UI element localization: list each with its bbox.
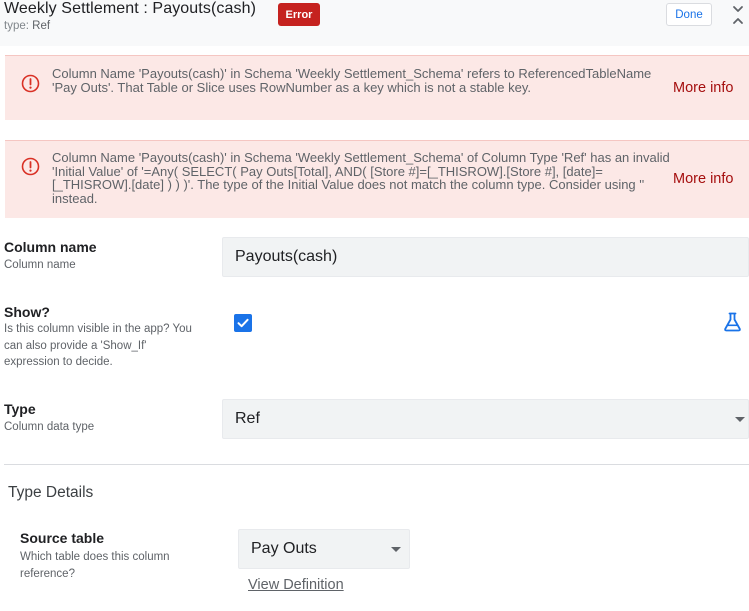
chevron-down-icon xyxy=(735,417,745,422)
source-table-select[interactable]: Pay Outs xyxy=(238,529,410,569)
more-info-link[interactable]: More info xyxy=(673,171,733,187)
type-help: Column data type xyxy=(4,421,95,433)
error-alert-key: Column Name 'Payouts(cash)' in Schema 'W… xyxy=(5,55,749,120)
type-select[interactable]: Ref xyxy=(222,399,749,439)
more-info-link[interactable]: More info xyxy=(673,80,733,96)
type-label: Type xyxy=(4,401,36,417)
view-definition-link[interactable]: View Definition xyxy=(248,577,344,593)
column-name-input[interactable]: Payouts(cash) xyxy=(222,237,749,277)
source-table-help: Which table does this column reference? xyxy=(20,551,170,580)
error-badge: Error xyxy=(278,3,320,26)
column-name-label: Column name xyxy=(4,239,97,255)
source-table-value: Pay Outs xyxy=(251,540,317,557)
type-details-title: Type Details xyxy=(8,484,94,501)
alert-message: Column Name 'Payouts(cash)' in Schema 'W… xyxy=(52,150,670,206)
section-divider xyxy=(4,464,749,465)
error-info-icon xyxy=(21,157,40,176)
column-type-subtitle: type: Ref xyxy=(4,20,50,32)
show-help: Is this column visible in the app? You c… xyxy=(4,323,192,368)
type-select-value: Ref xyxy=(235,410,260,427)
checkmark-icon xyxy=(237,318,249,328)
show-label: Show? xyxy=(4,304,50,320)
chevron-down-icon xyxy=(391,547,401,552)
type-value: Ref xyxy=(32,20,51,32)
source-table-label: Source table xyxy=(20,530,105,546)
show-checkbox[interactable] xyxy=(234,314,252,332)
type-prefix: type: xyxy=(4,20,29,32)
error-alert-initial-value: Column Name 'Payouts(cash)' in Schema 'W… xyxy=(5,140,749,218)
flask-expression-icon[interactable] xyxy=(723,312,742,332)
column-title: Weekly Settlement : Payouts(cash) xyxy=(4,0,256,17)
column-editor-header: Weekly Settlement : Payouts(cash) type: … xyxy=(0,0,749,46)
done-button[interactable]: Done xyxy=(666,3,712,26)
collapse-icon[interactable] xyxy=(730,5,746,25)
error-info-icon xyxy=(21,74,40,93)
alert-message: Column Name 'Payouts(cash)' in Schema 'W… xyxy=(52,66,652,95)
column-name-help: Column name xyxy=(4,259,76,271)
